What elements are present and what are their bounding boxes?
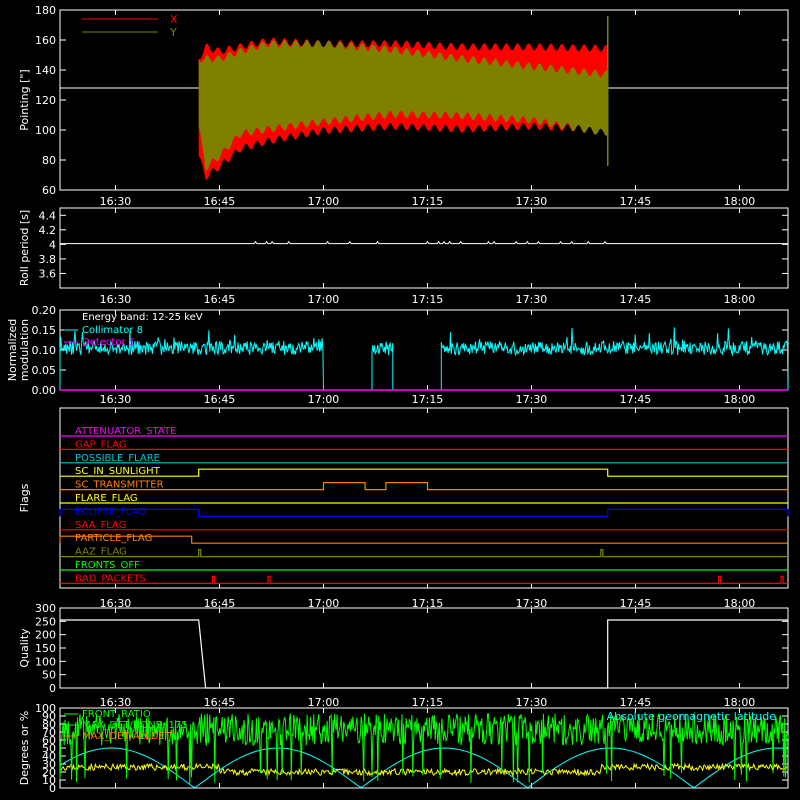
flag-label-possible-flare: POSSIBLE_FLARE	[75, 453, 160, 464]
x-tick-label: 17:30	[516, 696, 548, 709]
x-tick-label: 17:15	[412, 393, 444, 406]
y-tick-label: 0	[49, 682, 56, 695]
flag-label-attenuator-state: ATTENUATOR_STATE	[75, 426, 176, 437]
x-tick-label: 17:45	[620, 293, 652, 306]
y-tick-label: 250	[35, 615, 56, 628]
flag-label-particle-flag: PARTICLE_FLAG	[75, 533, 152, 544]
legend-label-y: Y	[169, 26, 177, 39]
legend-label-x: X	[170, 13, 178, 26]
x-tick-label: 18:00	[724, 293, 756, 306]
flag-label-flare-flag: FLARE_FLAG	[75, 493, 138, 504]
y-tick-label: 150	[35, 642, 56, 655]
flag-label-gap-flag: GAP_FLAG	[75, 439, 127, 450]
y-tick-label: 0.15	[32, 324, 57, 337]
y-axis-label-modulation: modulation	[18, 319, 31, 381]
x-tick-label: 17:30	[516, 393, 548, 406]
y-tick-label: 50	[42, 669, 56, 682]
flag-label-eclipse-flag: ECLIPSE_FLAG	[75, 506, 146, 517]
x-tick-label: 17:00	[308, 293, 340, 306]
x-tick-label: 16:45	[204, 293, 236, 306]
y-tick-label: 160	[35, 34, 56, 47]
y-tick-label: 4.4	[39, 209, 57, 222]
x-tick-label: 17:45	[620, 195, 652, 208]
flag-label-bad-packets: BAD_PACKETS	[75, 573, 146, 584]
y-tick-label: 0.20	[32, 304, 57, 317]
y-tick-label: 180	[35, 4, 56, 17]
x-tick-label: 16:30	[100, 293, 132, 306]
y-tick-label: 100	[35, 124, 56, 137]
x-tick-label: 18:00	[724, 195, 756, 208]
x-tick-label: 16:45	[204, 696, 236, 709]
x-tick-label: 18:00	[724, 696, 756, 709]
legend-label-collimator: Collimator 8	[82, 325, 143, 336]
y-tick-label: 100	[35, 655, 56, 668]
x-tick-label: 17:00	[308, 393, 340, 406]
flag-label-aaz-flag: AAZ_FLAG	[75, 547, 127, 558]
x-tick-label: 17:15	[412, 696, 444, 709]
y-tick-label: 140	[35, 64, 56, 77]
x-tick-label: 17:15	[412, 293, 444, 306]
legend-label-1: MAX_DET/NONE: 175	[82, 720, 188, 731]
x-tick-label: 16:30	[100, 696, 132, 709]
y-axis-label-degrees: Degrees or %	[18, 711, 31, 785]
y-tick-label: 200	[35, 629, 56, 642]
y-tick-label: 100	[35, 702, 56, 715]
x-tick-label: 17:00	[308, 195, 340, 208]
x-tick-label: 17:00	[308, 696, 340, 709]
y-tick-label: 4.2	[39, 224, 57, 237]
x-tick-label: 17:45	[620, 696, 652, 709]
x-tick-label: 18:00	[724, 393, 756, 406]
flag-label-saa-flag: SAA_FLAG	[75, 520, 126, 531]
y-tick-label: 120	[35, 94, 56, 107]
legend-label-0: FRONT_RATIO	[82, 709, 151, 720]
x-tick-label: 17:45	[620, 393, 652, 406]
y-tick-label: 4	[49, 238, 56, 251]
rhessi-summary-figure: 16:30 16:45 17:00 17:15 17:30 17:45 18:00 60 80 1…	[0, 0, 800, 800]
flag-label-sc-transmitter: SC_TRANSMITTER	[75, 480, 164, 491]
y-tick-label: 80	[42, 154, 56, 167]
flag-label-fronts-off: FRONTS_OFF	[75, 560, 140, 571]
y-tick-label: 0.10	[32, 344, 57, 357]
y-tick-label: 3.8	[39, 253, 57, 266]
x-tick-label: 17:30	[516, 293, 548, 306]
legend-label-detector: Detector 1	[82, 337, 135, 348]
y-axis-label-quality: Quality	[18, 628, 31, 668]
x-tick-label: 16:45	[204, 195, 236, 208]
y-axis-label-roll-period: Roll period [s]	[18, 210, 31, 286]
y-tick-label: 3.6	[39, 267, 57, 280]
x-tick-label: 16:30	[100, 195, 132, 208]
flag-label-sc-in-sunlight: SC_IN_SUNLIGHT	[75, 466, 161, 477]
x-tick-label: 17:30	[516, 195, 548, 208]
y-tick-label: 300	[35, 602, 56, 615]
energy-band-annotation: Energy band: 12-25 keV	[82, 312, 203, 323]
y-tick-label: 0.05	[32, 364, 57, 377]
x-tick-label: 17:15	[412, 195, 444, 208]
geomagnetic-latitude-label: Absolute geomagnetic latitude	[607, 710, 777, 723]
x-tick-label: 16:45	[204, 393, 236, 406]
y-axis-label-flags: Flags	[18, 483, 31, 512]
y-tick-label: 60	[42, 184, 56, 197]
legend-label-2: MAX_DET/ALLDET	[82, 731, 172, 742]
x-tick-label: 16:30	[100, 393, 132, 406]
y-tick-label: 0.00	[32, 384, 57, 397]
y-axis-label-pointing: Pointing ["]	[18, 69, 31, 130]
